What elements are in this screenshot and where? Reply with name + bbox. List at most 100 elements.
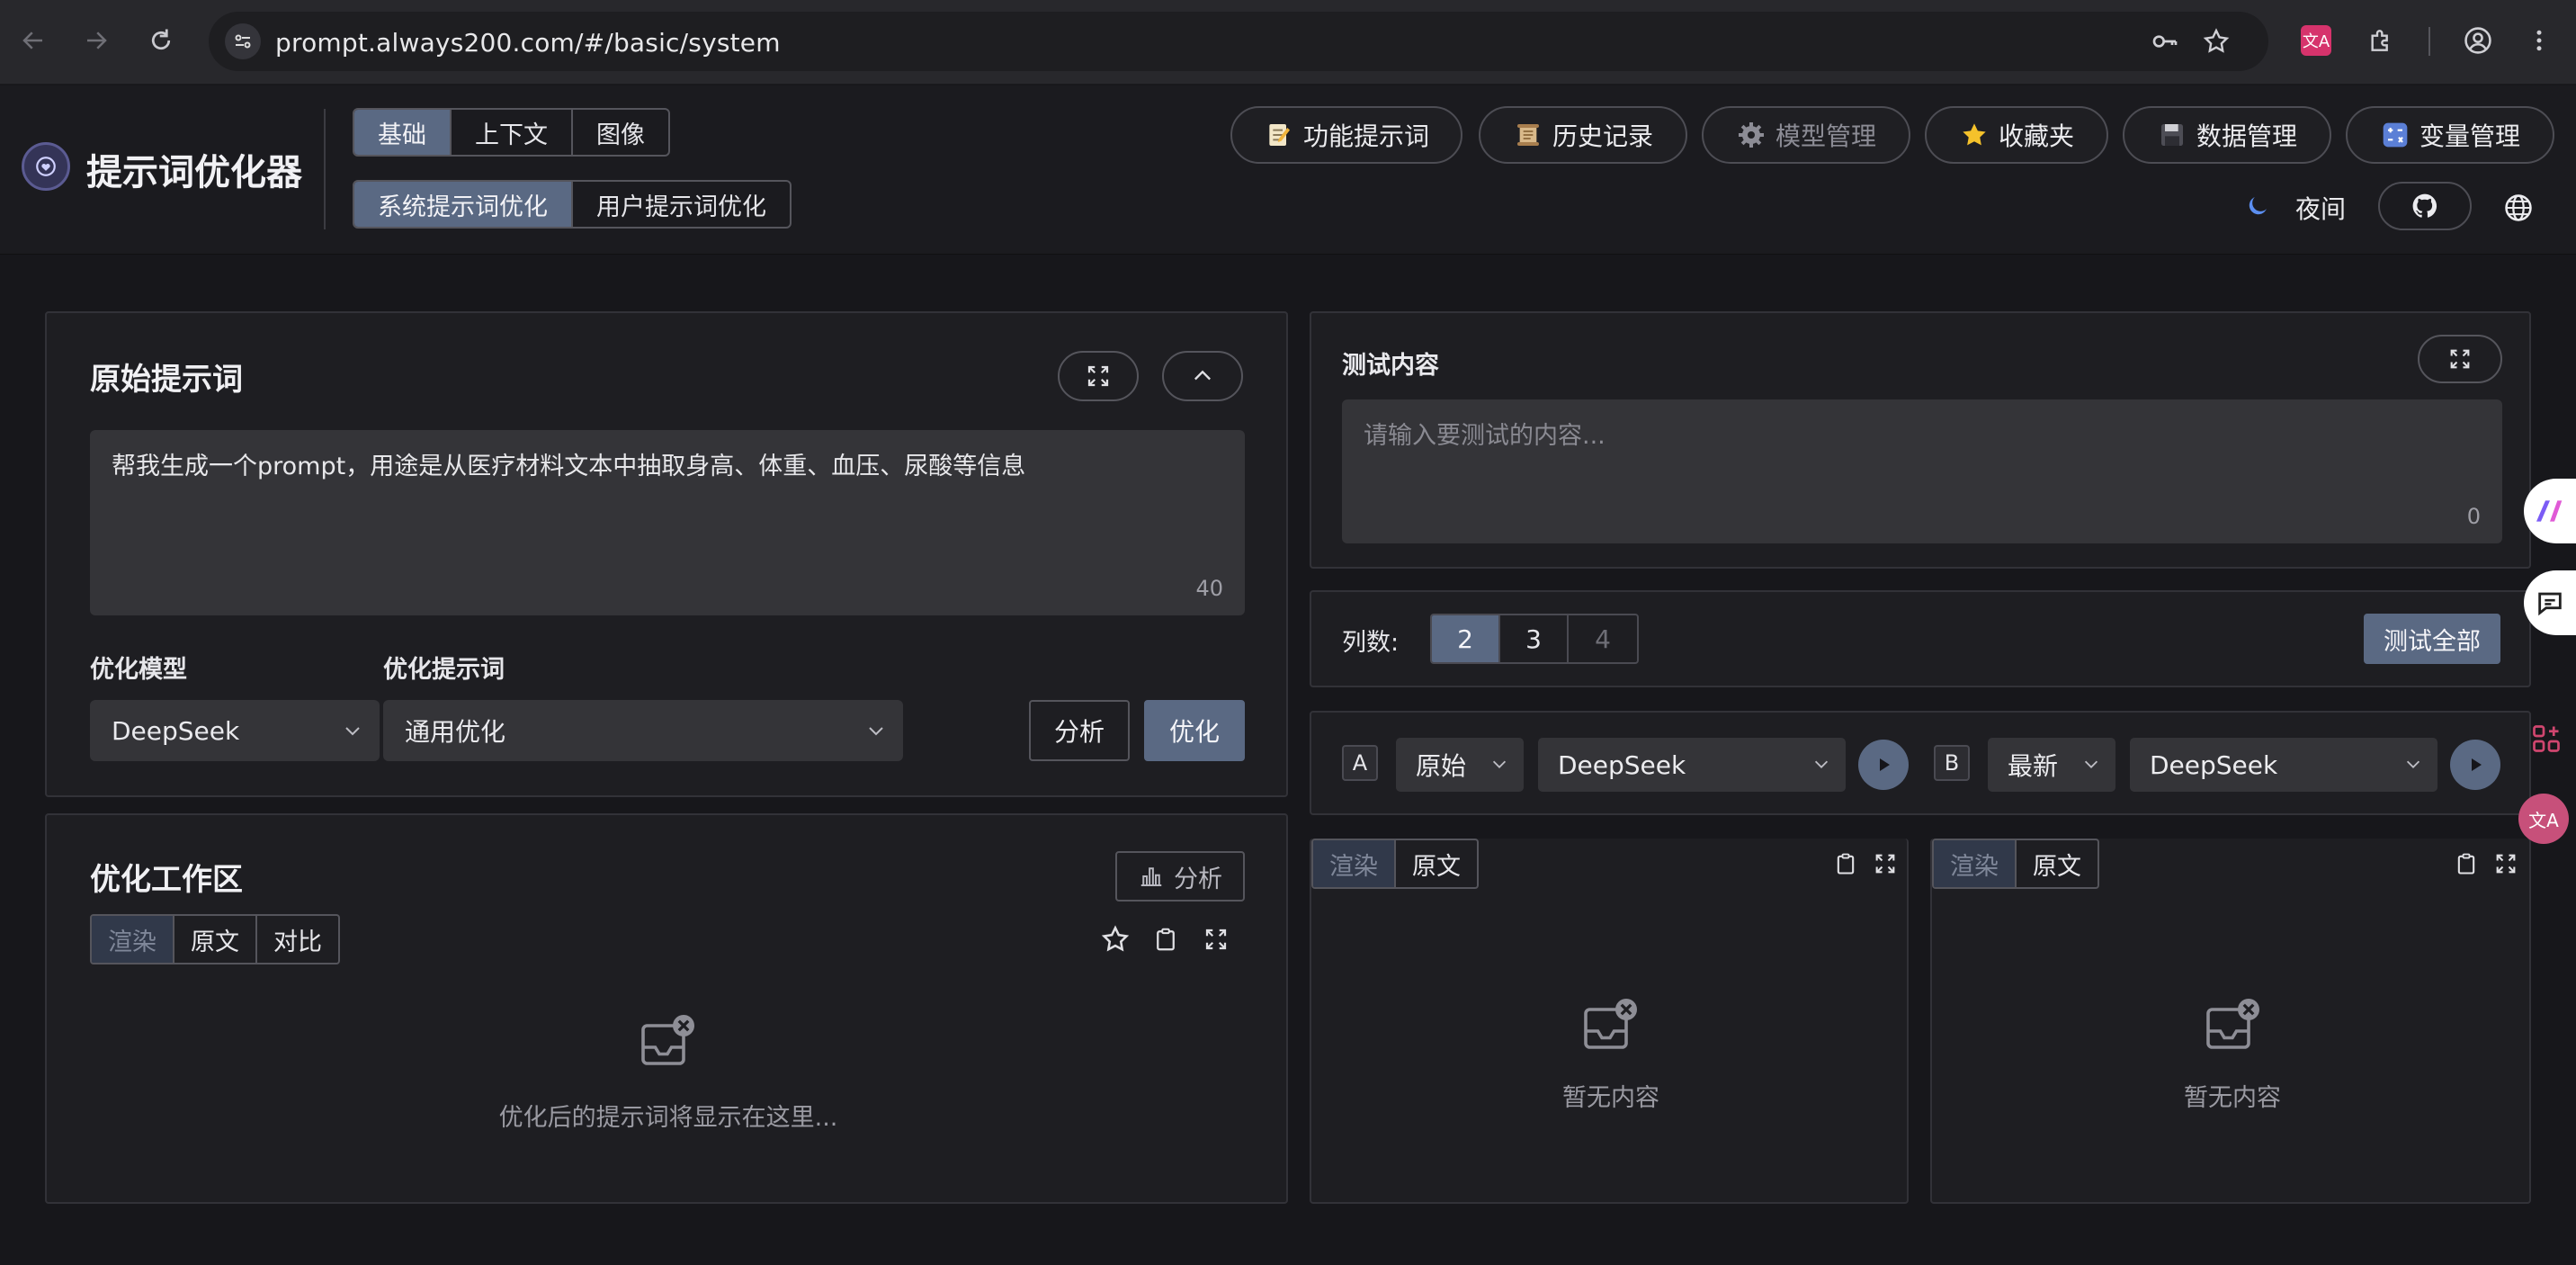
- chevron-down-icon: [869, 727, 883, 736]
- expand-test-button[interactable]: [2418, 335, 2502, 383]
- model-label: 优化模型: [90, 656, 187, 684]
- slot-a-model: DeepSeek: [1558, 749, 1686, 780]
- browser-menu-icon[interactable]: [2518, 20, 2560, 61]
- test-content-panel: 测试内容 请输入要测试的内容... 0: [1310, 311, 2531, 569]
- reload-icon[interactable]: [140, 20, 182, 61]
- empty-inbox-icon: [2198, 991, 2267, 1060]
- result-a-panel: 渲染 原文 暂无内容: [1310, 839, 1909, 1204]
- slot-b-version: 最新: [2008, 751, 2059, 781]
- github-button[interactable]: [2378, 182, 2472, 230]
- workspace-view-tabs: 渲染 原文 对比: [90, 914, 340, 964]
- data-management-button[interactable]: 数据管理: [2123, 106, 2331, 164]
- data-management-label: 数据管理: [2196, 121, 2297, 151]
- result-a-copy-icon[interactable]: [1828, 846, 1864, 882]
- tab-context[interactable]: 上下文: [452, 110, 573, 155]
- profile-avatar-icon[interactable]: [2457, 20, 2499, 61]
- address-bar[interactable]: prompt.always200.com/#/basic/system: [209, 12, 2268, 71]
- prompt-type-tabs: 系统提示词优化 用户提示词优化: [353, 180, 792, 229]
- optimize-template-value: 通用优化: [405, 717, 506, 747]
- tab-source[interactable]: 原文: [174, 916, 257, 963]
- result-b-tab-render[interactable]: 渲染: [1934, 840, 2017, 887]
- result-b-copy-icon[interactable]: [2448, 846, 2484, 882]
- function-prompts-label: 功能提示词: [1302, 121, 1429, 151]
- column-option-4[interactable]: 4: [1569, 615, 1637, 662]
- copy-icon[interactable]: [1148, 921, 1184, 957]
- function-prompts-button[interactable]: 功能提示词: [1230, 106, 1462, 164]
- bookmark-star-icon[interactable]: [2198, 23, 2234, 59]
- analyze-button[interactable]: 分析: [1029, 700, 1130, 761]
- github-icon: [2412, 193, 2437, 218]
- slot-b-tag: B: [1934, 745, 1970, 781]
- moon-icon[interactable]: [2241, 190, 2274, 222]
- password-key-icon[interactable]: [2147, 23, 2183, 59]
- site-settings-icon[interactable]: [225, 23, 261, 59]
- original-prompt-text: 帮我生成一个prompt，用途是从医疗材料文本中抽取身高、体重、血压、尿酸等信息: [112, 453, 1026, 480]
- slot-b-model: DeepSeek: [2150, 749, 2278, 780]
- model-management-label: 模型管理: [1775, 121, 1876, 151]
- floppy-disk-icon: [2157, 120, 2187, 150]
- chevron-down-icon: [345, 727, 360, 736]
- favorites-button[interactable]: 收藏夹: [1925, 106, 2108, 164]
- result-b-tab-source[interactable]: 原文: [2017, 840, 2097, 887]
- template-label: 优化提示词: [383, 656, 505, 684]
- back-icon[interactable]: [13, 20, 54, 61]
- tab-compare[interactable]: 对比: [257, 916, 338, 963]
- result-a-tab-source[interactable]: 原文: [1396, 840, 1477, 887]
- test-content-title: 测试内容: [1342, 352, 1439, 380]
- slot-b-version-select[interactable]: 最新: [1988, 738, 2115, 792]
- variable-management-button[interactable]: 变量管理: [2346, 106, 2554, 164]
- empty-inbox-icon: [1576, 991, 1644, 1060]
- ai-assistant-float-icon[interactable]: [2524, 479, 2576, 543]
- favorite-star-icon[interactable]: [1097, 921, 1133, 957]
- slot-a-version: 原始: [1416, 751, 1467, 781]
- result-b-panel: 渲染 原文 暂无内容: [1930, 839, 2531, 1204]
- translate-float-icon[interactable]: 文A: [2518, 794, 2569, 844]
- test-content-input[interactable]: 请输入要测试的内容... 0: [1342, 399, 2502, 543]
- tab-system-prompt[interactable]: 系统提示词优化: [354, 182, 573, 227]
- workspace-analyze-button[interactable]: 分析: [1115, 851, 1245, 902]
- test-content-placeholder: 请输入要测试的内容...: [1364, 422, 1606, 450]
- result-a-fullscreen-icon[interactable]: [1867, 846, 1903, 882]
- optimize-button[interactable]: 优化: [1144, 700, 1245, 761]
- column-option-2[interactable]: 2: [1432, 615, 1500, 662]
- apps-grid-float-icon[interactable]: [2524, 716, 2569, 761]
- tab-render[interactable]: 渲染: [92, 916, 174, 963]
- browser-toolbar: prompt.always200.com/#/basic/system 文A: [0, 0, 2576, 85]
- optimization-workspace-panel: 优化工作区 分析 渲染 原文 对比 优化后的提示词将显示在这里...: [45, 813, 1288, 1204]
- slot-a-run-button[interactable]: [1858, 740, 1909, 790]
- history-button[interactable]: 历史记录: [1479, 106, 1687, 164]
- slot-b-model-select[interactable]: DeepSeek: [2130, 738, 2437, 792]
- original-prompt-input[interactable]: 帮我生成一个prompt，用途是从医疗材料文本中抽取身高、体重、血压、尿酸等信息…: [90, 430, 1245, 615]
- optimize-template-select[interactable]: 通用优化: [383, 700, 903, 761]
- translate-extension-icon[interactable]: 文A: [2295, 20, 2337, 61]
- result-b-view-tabs: 渲染 原文: [1932, 839, 2099, 889]
- scroll-icon: [1513, 120, 1543, 150]
- slot-a-tag: A: [1342, 745, 1378, 781]
- result-b-fullscreen-icon[interactable]: [2488, 846, 2524, 882]
- chevron-down-icon: [2406, 760, 2420, 768]
- result-a-tab-render[interactable]: 渲染: [1313, 840, 1396, 887]
- collapse-panel-button[interactable]: [1162, 351, 1243, 401]
- tab-user-prompt[interactable]: 用户提示词优化: [573, 182, 790, 227]
- tab-image[interactable]: 图像: [573, 110, 668, 155]
- language-globe-icon[interactable]: [2500, 190, 2536, 226]
- chat-float-icon[interactable]: [2524, 570, 2576, 635]
- fullscreen-icon[interactable]: [1198, 921, 1234, 957]
- favorites-label: 收藏夹: [1998, 121, 2074, 151]
- tab-basic[interactable]: 基础: [354, 110, 452, 155]
- model-management-button[interactable]: 模型管理: [1702, 106, 1910, 164]
- column-count-selector: 2 3 4: [1430, 614, 1639, 664]
- app-header: 提示词优化器 基础 上下文 图像 系统提示词优化 用户提示词优化 功能提示词 历…: [0, 85, 2576, 255]
- theme-toggle-label[interactable]: 夜间: [2295, 190, 2346, 226]
- extensions-puzzle-icon[interactable]: [2360, 20, 2402, 61]
- test-all-button[interactable]: 测试全部: [2364, 614, 2500, 664]
- expand-prompt-button[interactable]: [1058, 351, 1139, 401]
- optimize-model-select[interactable]: DeepSeek: [90, 700, 380, 761]
- slot-a-version-select[interactable]: 原始: [1396, 738, 1524, 792]
- column-option-3[interactable]: 3: [1500, 615, 1569, 662]
- slot-a-model-select[interactable]: DeepSeek: [1538, 738, 1846, 792]
- forward-icon[interactable]: [76, 20, 117, 61]
- chevron-up-icon: [1194, 370, 1211, 381]
- slot-b-run-button[interactable]: [2450, 740, 2500, 790]
- memo-icon: [1264, 120, 1294, 150]
